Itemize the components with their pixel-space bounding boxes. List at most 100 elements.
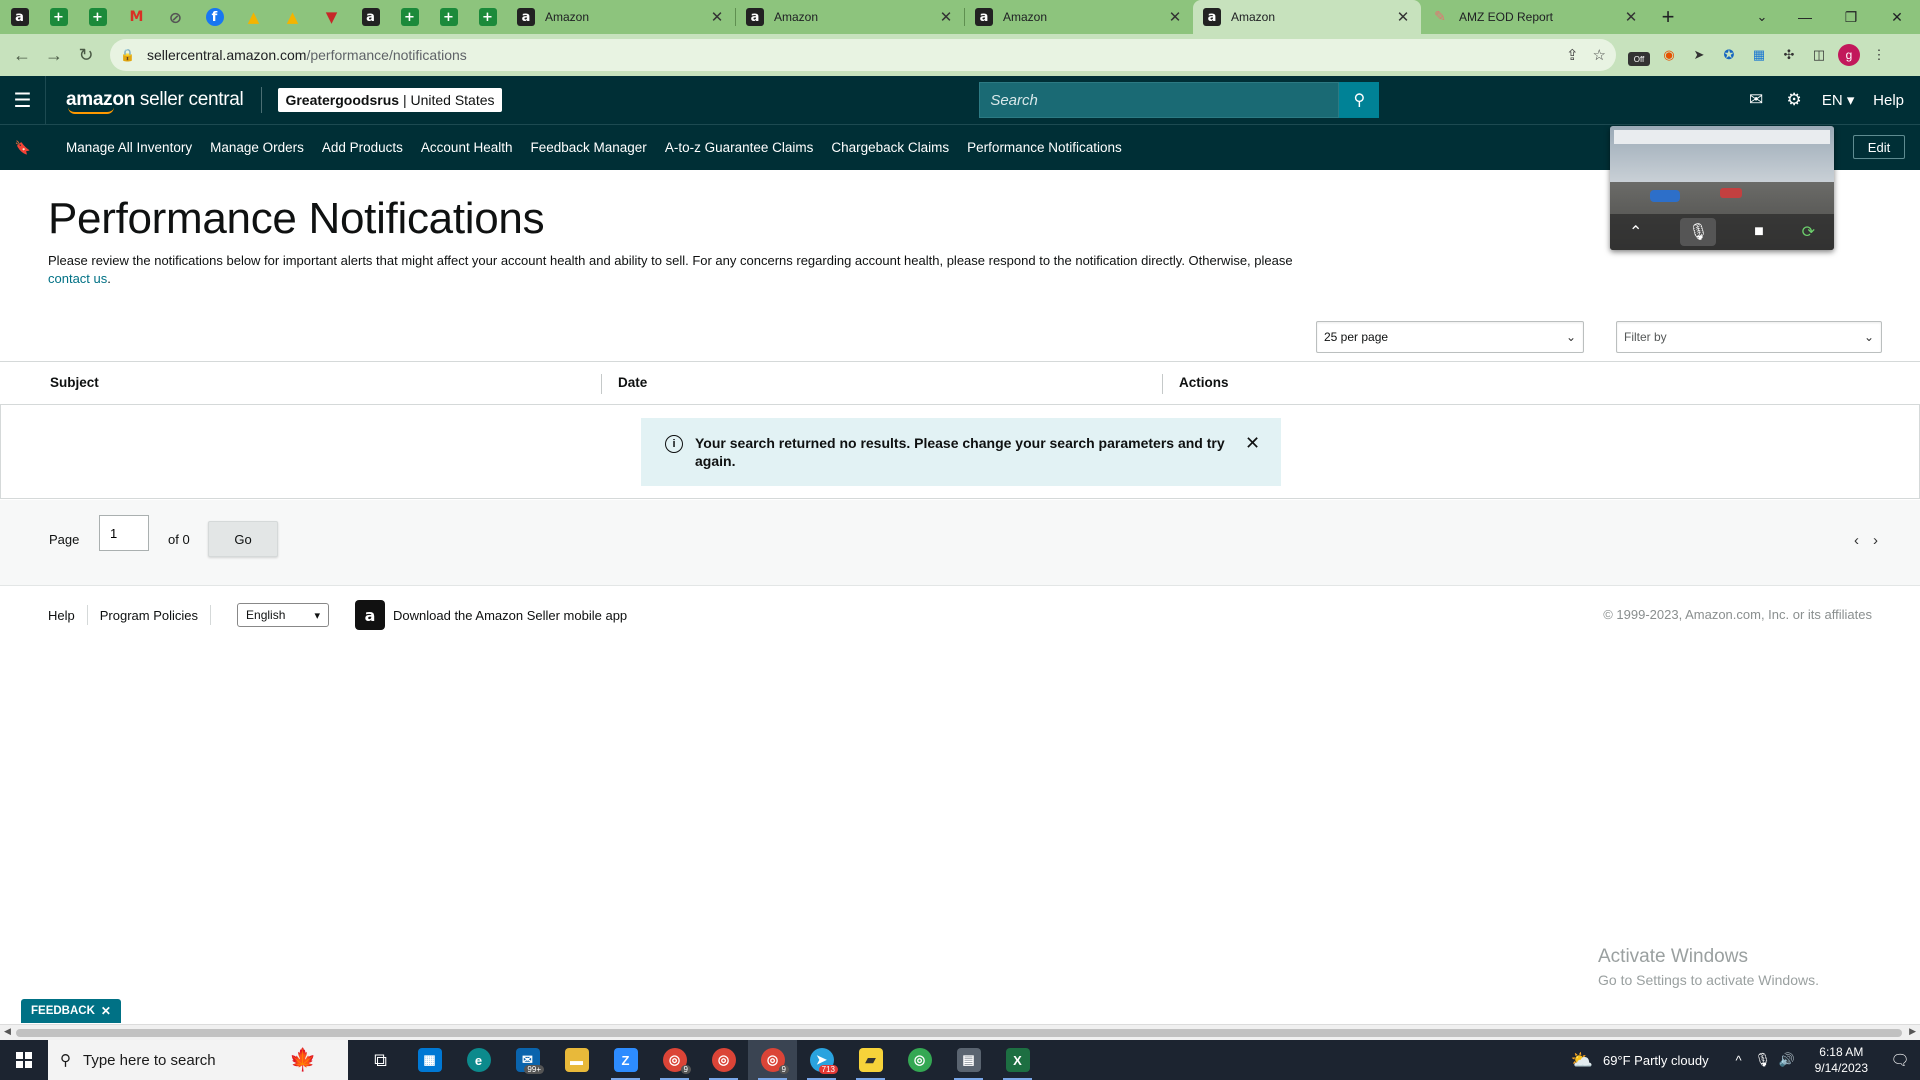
- browser-tab[interactable]: a Amazon ✕: [507, 0, 735, 34]
- window-close-button[interactable]: ✕: [1874, 0, 1920, 34]
- close-icon[interactable]: ✕: [1395, 8, 1411, 26]
- sidepanel-icon[interactable]: ◫: [1808, 44, 1830, 66]
- nav-manage-all-inventory[interactable]: Manage All Inventory: [66, 140, 192, 155]
- chrome-icon-active[interactable]: ◎ 9: [748, 1040, 797, 1080]
- hamburger-menu-icon[interactable]: ☰: [0, 76, 46, 124]
- pinned-tab-facebook[interactable]: f: [195, 0, 234, 34]
- search-highlight-icon[interactable]: 🍁: [258, 1040, 348, 1080]
- column-header-subject[interactable]: Subject: [50, 375, 99, 390]
- forward-button[interactable]: →: [38, 39, 70, 71]
- language-select[interactable]: English ▾: [237, 603, 330, 627]
- nav-a-to-z-claims[interactable]: A-to-z Guarantee Claims: [665, 140, 814, 155]
- search-button[interactable]: ⚲: [1339, 82, 1380, 118]
- minimize-button[interactable]: —: [1782, 0, 1828, 34]
- nav-chargeback-claims[interactable]: Chargeback Claims: [831, 140, 949, 155]
- chrome-icon[interactable]: ◎: [699, 1040, 748, 1080]
- start-button[interactable]: [0, 1040, 48, 1080]
- close-icon[interactable]: ✕: [1245, 434, 1260, 452]
- zoom-icon[interactable]: Z: [601, 1040, 650, 1080]
- tab-search-icon[interactable]: ⌄: [1742, 0, 1782, 34]
- chevron-up-icon[interactable]: ^: [1727, 1053, 1751, 1068]
- close-icon[interactable]: ✕: [1623, 8, 1639, 26]
- pinned-tab-drive[interactable]: ▲: [234, 0, 273, 34]
- close-icon[interactable]: ✕: [938, 8, 954, 26]
- close-icon[interactable]: ✕: [101, 1004, 111, 1018]
- store-switcher[interactable]: Greatergoodsrus | United States: [278, 88, 502, 112]
- nav-account-health[interactable]: Account Health: [421, 140, 513, 155]
- filter-select[interactable]: Filter by ⌄: [1616, 321, 1882, 353]
- go-button[interactable]: Go: [208, 521, 278, 557]
- header-search-input[interactable]: [979, 82, 1340, 118]
- scroll-left-icon[interactable]: ◀: [4, 1026, 11, 1037]
- extension-color-icon[interactable]: ◉: [1658, 44, 1680, 66]
- pinned-tab-drive[interactable]: ▲: [273, 0, 312, 34]
- close-icon[interactable]: ✕: [1167, 8, 1183, 26]
- file-explorer-icon[interactable]: ▬: [552, 1040, 601, 1080]
- language-menu[interactable]: EN ▾: [1813, 91, 1863, 109]
- profile-avatar[interactable]: g: [1838, 44, 1860, 66]
- new-tab-button[interactable]: +: [1653, 2, 1683, 32]
- nav-feedback-manager[interactable]: Feedback Manager: [530, 140, 646, 155]
- per-page-select[interactable]: 25 per page ⌄: [1316, 321, 1584, 353]
- microphone-icon[interactable]: 🎙: [1751, 1052, 1775, 1068]
- browser-tab[interactable]: ✎ AMZ EOD Report ✕: [1421, 0, 1649, 34]
- pinned-tab-plus[interactable]: +: [390, 0, 429, 34]
- footer-help-link[interactable]: Help: [48, 608, 75, 623]
- browser-tab-active[interactable]: a Amazon ✕: [1193, 0, 1421, 34]
- microphone-muted-icon[interactable]: 🎙: [1680, 218, 1717, 246]
- help-link[interactable]: Help: [1873, 92, 1904, 109]
- pinned-tab-plus[interactable]: +: [39, 0, 78, 34]
- calculator-icon[interactable]: ▤: [944, 1040, 993, 1080]
- pinned-tab-red[interactable]: ▼: [312, 0, 351, 34]
- restore-button[interactable]: ❐: [1828, 0, 1874, 34]
- chrome-icon[interactable]: ◎ 9: [650, 1040, 699, 1080]
- nav-add-products[interactable]: Add Products: [322, 140, 403, 155]
- column-header-date[interactable]: Date: [618, 375, 647, 390]
- pinned-tab-plus[interactable]: +: [468, 0, 507, 34]
- chrome-icon[interactable]: ◎: [895, 1040, 944, 1080]
- pinned-tab-gmail[interactable]: M: [117, 0, 156, 34]
- taskbar-search[interactable]: ⚲ Type here to search: [48, 1040, 258, 1080]
- contact-us-link[interactable]: contact us: [48, 271, 107, 286]
- edge-icon[interactable]: e: [454, 1040, 503, 1080]
- bookmark-icon[interactable]: 🔖: [0, 140, 46, 156]
- chevron-left-icon[interactable]: ‹: [1854, 532, 1859, 549]
- pinned-tab-circle[interactable]: ⊘: [156, 0, 195, 34]
- nav-manage-orders[interactable]: Manage Orders: [210, 140, 304, 155]
- pinned-tab-amazon[interactable]: a: [0, 0, 39, 34]
- store-icon[interactable]: ▦: [405, 1040, 454, 1080]
- lock-icon[interactable]: 🔒: [120, 48, 135, 62]
- program-policies-link[interactable]: Program Policies: [100, 608, 198, 623]
- task-view-icon[interactable]: ⧉: [356, 1040, 405, 1080]
- pinned-tab-plus[interactable]: +: [429, 0, 468, 34]
- close-icon[interactable]: ✕: [709, 8, 725, 26]
- pinned-tab-amazon[interactable]: a: [351, 0, 390, 34]
- share-screen-icon[interactable]: ⟳: [1802, 222, 1815, 242]
- nav-performance-notifications[interactable]: Performance Notifications: [967, 140, 1122, 155]
- sticky-notes-icon[interactable]: ▰: [846, 1040, 895, 1080]
- address-bar[interactable]: 🔒 sellercentral.amazon.com/performance/n…: [110, 39, 1616, 71]
- mail-icon[interactable]: ✉: [1737, 90, 1775, 110]
- reload-button[interactable]: ↻: [70, 39, 102, 71]
- scrollbar-thumb[interactable]: [16, 1029, 1902, 1037]
- camera-icon[interactable]: ■: [1754, 223, 1764, 241]
- extension-arrow-icon[interactable]: ➤: [1688, 44, 1710, 66]
- mail-icon[interactable]: ✉ 99+: [503, 1040, 552, 1080]
- extension-translate-icon[interactable]: ▦: [1748, 44, 1770, 66]
- nav-edit-button[interactable]: Edit: [1853, 135, 1905, 159]
- scroll-right-icon[interactable]: ▶: [1909, 1026, 1916, 1037]
- video-call-overlay[interactable]: ⌃ 🎙 ■ ⟳: [1610, 126, 1834, 250]
- pinned-tab-plus[interactable]: +: [78, 0, 117, 34]
- excel-icon[interactable]: X: [993, 1040, 1042, 1080]
- chevron-up-icon[interactable]: ⌃: [1629, 222, 1642, 242]
- weather-widget[interactable]: ⛅ 69°F Partly cloudy: [1571, 1050, 1709, 1071]
- extension-off-icon[interactable]: Off: [1628, 52, 1650, 66]
- puzzle-icon[interactable]: ✣: [1778, 44, 1800, 66]
- extension-blue-icon[interactable]: ✪: [1718, 44, 1740, 66]
- mobile-app-link[interactable]: a Download the Amazon Seller mobile app: [355, 600, 627, 630]
- chevron-right-icon[interactable]: ›: [1873, 532, 1878, 549]
- share-icon[interactable]: ⇪: [1566, 46, 1579, 64]
- star-icon[interactable]: ☆: [1593, 46, 1606, 64]
- notification-center-icon[interactable]: 🗨: [1880, 1051, 1920, 1069]
- browser-tab[interactable]: a Amazon ✕: [736, 0, 964, 34]
